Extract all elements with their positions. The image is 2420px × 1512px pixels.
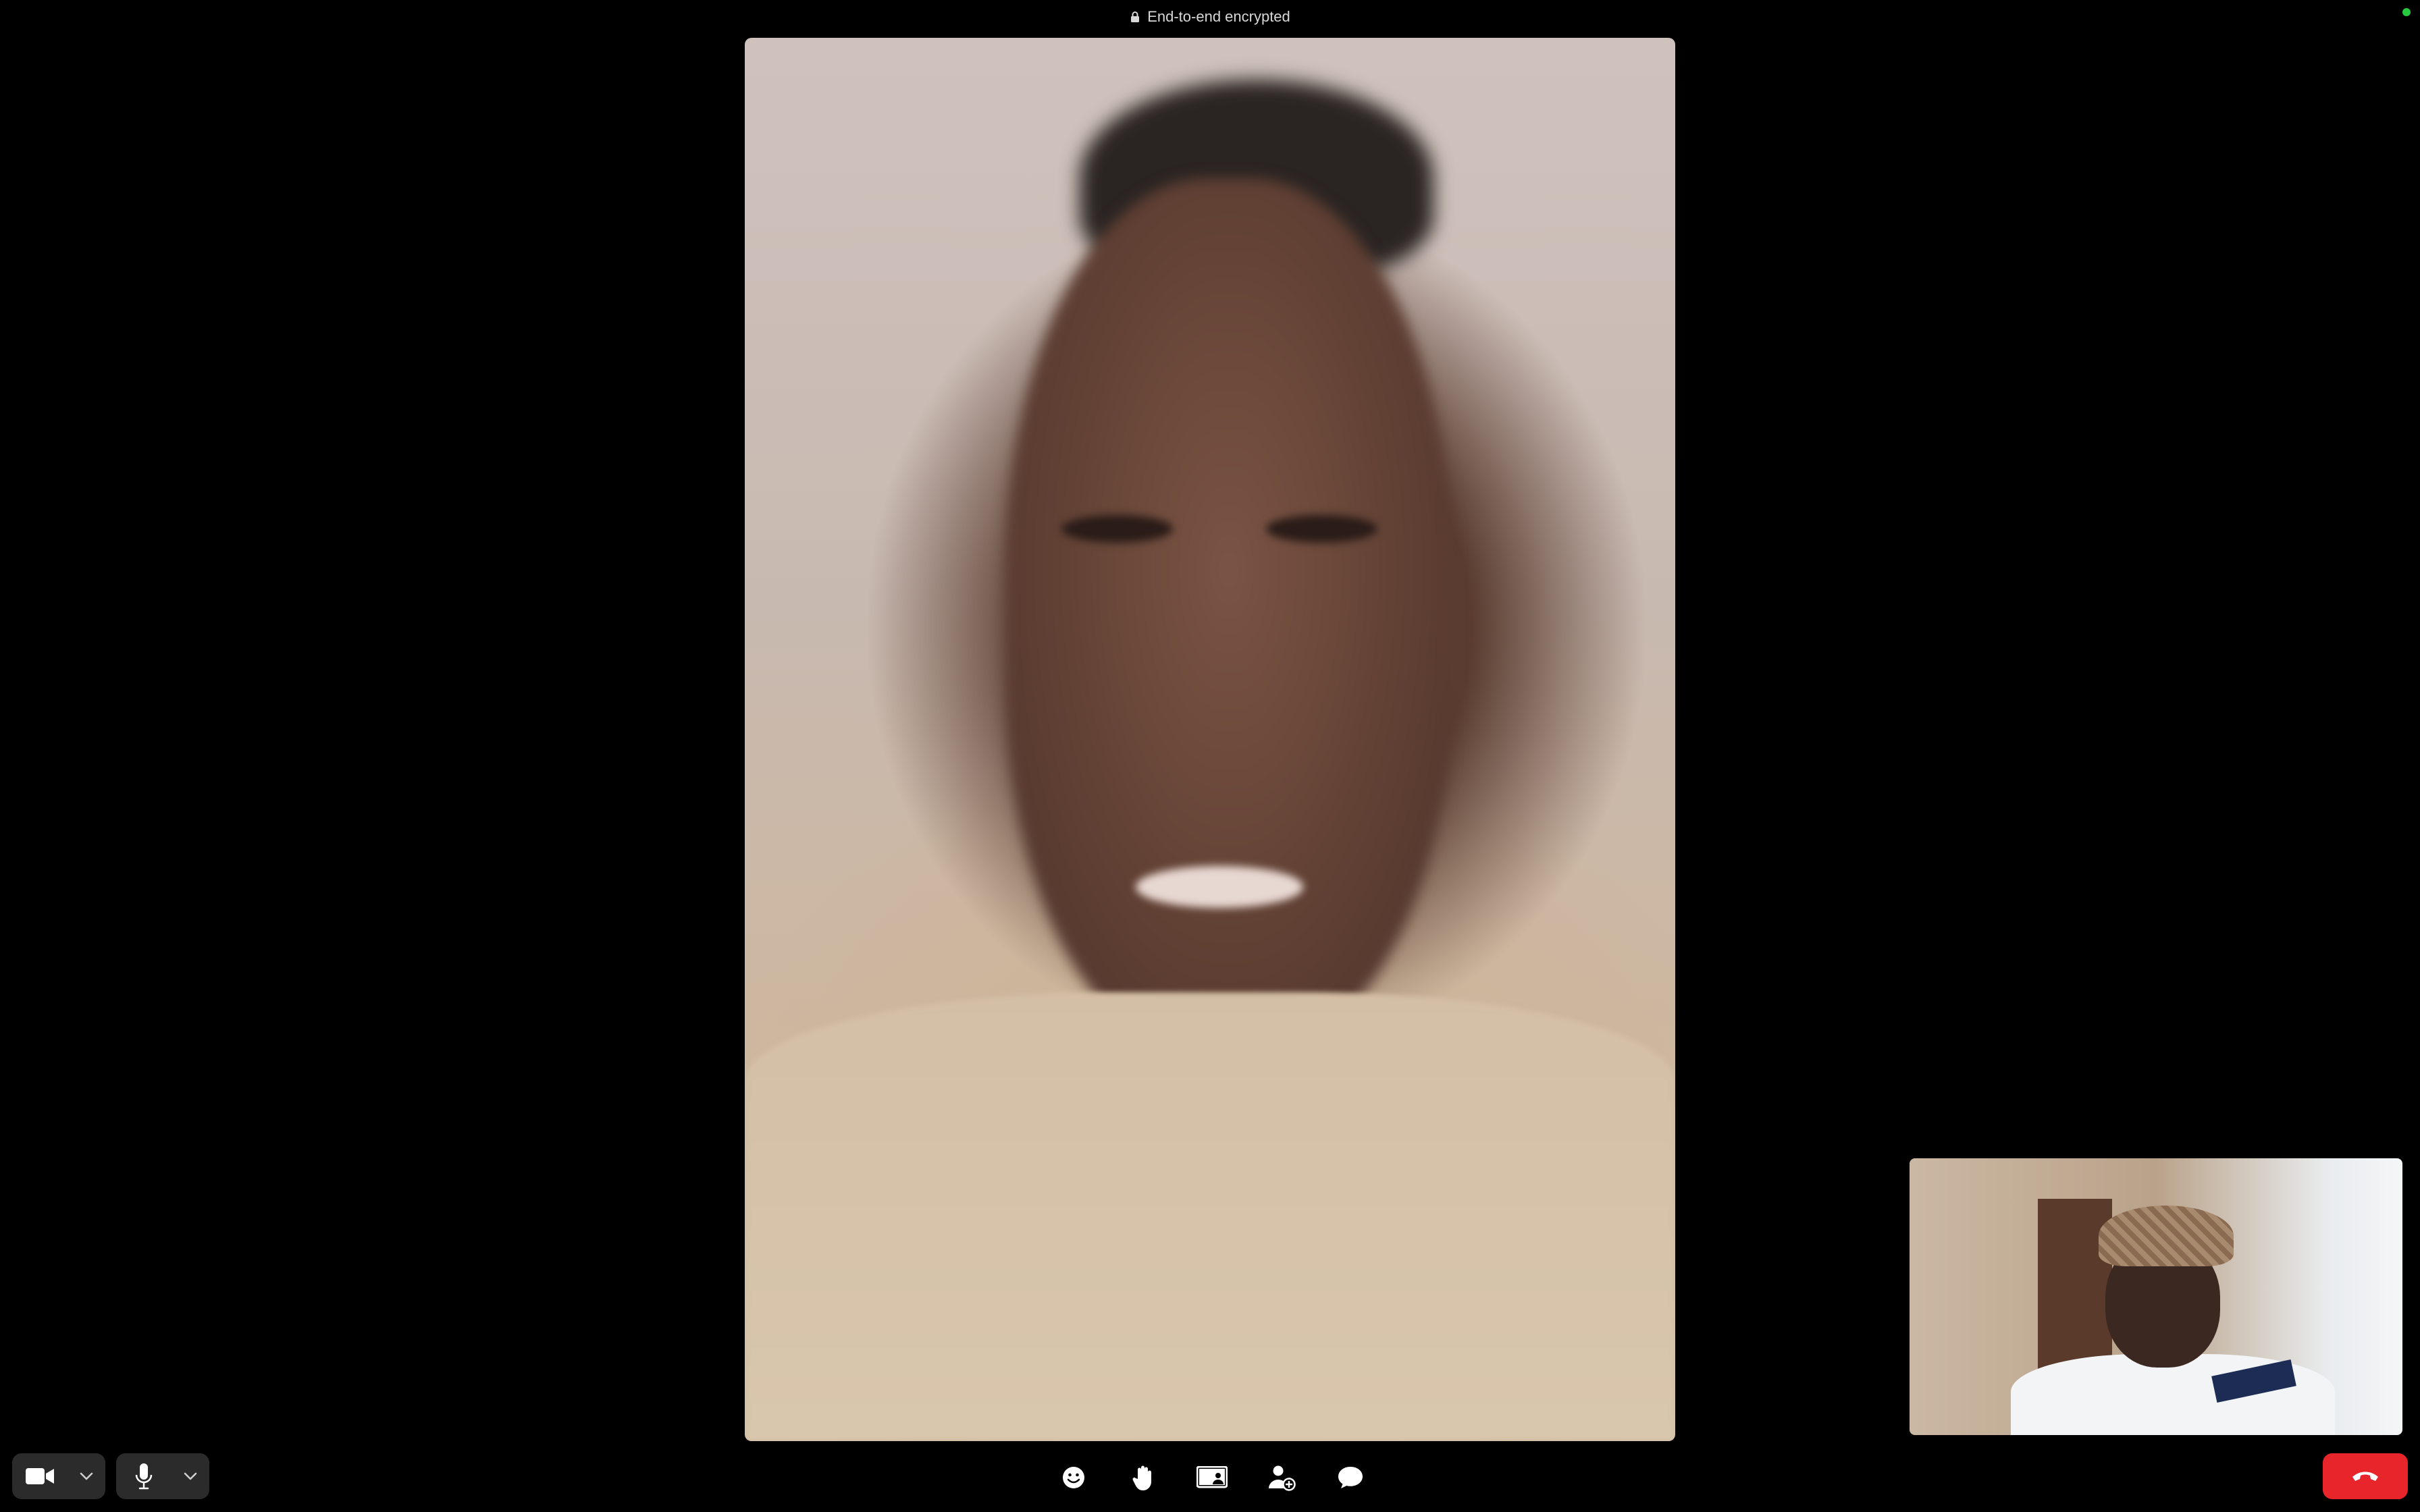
hang-up-icon — [2352, 1472, 2378, 1481]
mic-toggle-button[interactable] — [116, 1453, 172, 1499]
add-person-icon — [1268, 1465, 1296, 1491]
remote-video-mouth — [1135, 865, 1303, 908]
camera-options-button[interactable] — [68, 1453, 105, 1499]
lock-icon — [1131, 11, 1140, 22]
hand-icon — [1132, 1465, 1151, 1490]
video-camera-icon — [26, 1468, 54, 1484]
center-controls — [1053, 1459, 1371, 1496]
reactions-button[interactable] — [1053, 1459, 1094, 1496]
chat-button[interactable] — [1330, 1459, 1371, 1496]
screen-share-icon — [1196, 1466, 1228, 1488]
mic-control-group — [116, 1453, 209, 1499]
raise-hand-button[interactable] — [1123, 1459, 1163, 1496]
chevron-down-icon — [80, 1472, 93, 1480]
remote-video-brow — [1061, 514, 1173, 543]
remote-video-brow — [1265, 514, 1378, 543]
mic-options-button[interactable] — [172, 1453, 209, 1499]
microphone-icon — [135, 1463, 153, 1490]
camera-toggle-button[interactable] — [12, 1453, 68, 1499]
camera-control-group — [12, 1453, 105, 1499]
remote-video-face — [1005, 178, 1452, 1048]
call-window: End-to-end encrypted — [0, 0, 2420, 1512]
end-call-button[interactable] — [2323, 1453, 2408, 1499]
encryption-banner: End-to-end encrypted — [0, 8, 2420, 26]
smiley-icon — [1063, 1467, 1084, 1488]
chevron-down-icon — [184, 1472, 197, 1480]
remote-video-shirt — [745, 992, 1675, 1441]
add-participant-button[interactable] — [1261, 1459, 1302, 1496]
share-screen-button[interactable] — [1192, 1459, 1232, 1496]
remote-video-feed[interactable] — [745, 38, 1675, 1441]
self-video-cap — [2099, 1206, 2234, 1266]
connection-status-dot — [2402, 8, 2411, 16]
chat-bubble-icon — [1338, 1467, 1363, 1488]
self-video-feed[interactable] — [1910, 1158, 2402, 1435]
encryption-text: End-to-end encrypted — [1147, 8, 1290, 25]
